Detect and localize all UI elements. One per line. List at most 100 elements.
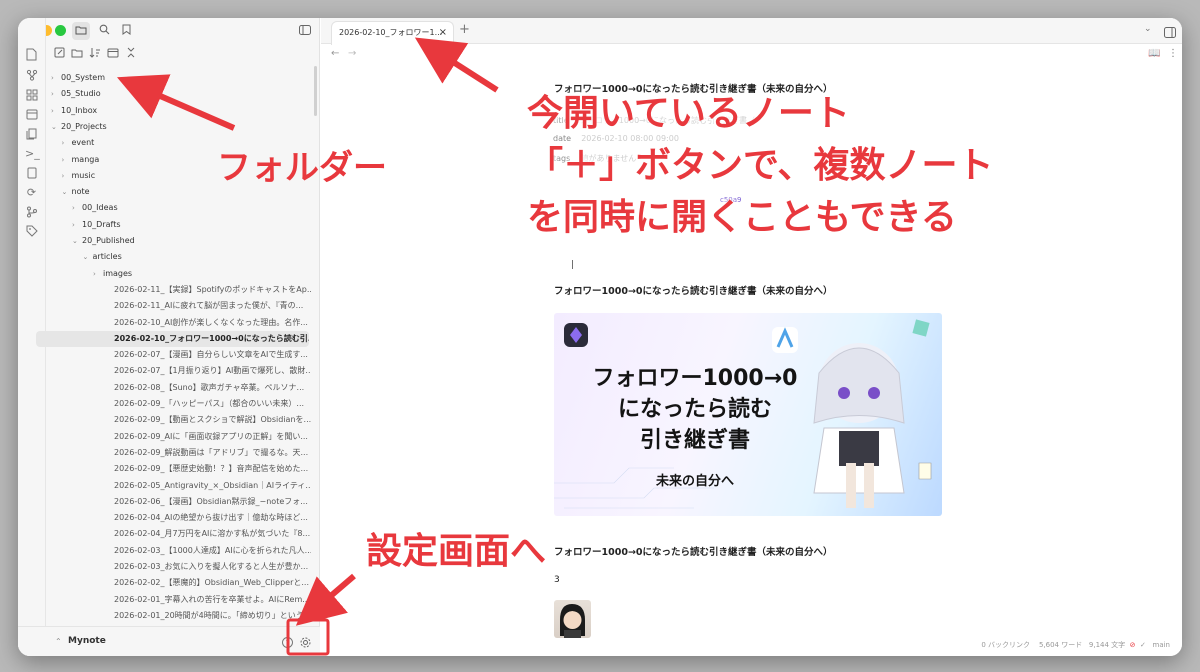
tab-current-note[interactable]: 2026-02-10_フォロワー1... × [331,21,454,45]
daily-note-calendar-icon[interactable] [25,108,38,121]
settings-gear-icon[interactable] [299,634,312,648]
collapse-all-icon[interactable] [122,45,140,63]
sort-icon[interactable] [86,45,104,63]
tree-file[interactable]: 2026-02-10_AI創作が楽しくなくなった理由。名作... [51,315,311,331]
chevron-right-icon[interactable]: › [51,103,61,119]
tree-item-label: images [103,268,133,278]
chevron-right-icon[interactable]: › [62,168,72,184]
tree-folder[interactable]: › images [51,266,311,282]
chevron-right-icon[interactable]: › [51,86,61,102]
check-icon: ✓ [1139,641,1146,649]
tree-file[interactable]: 2026-02-07_【1月振り返り】AI動画で爆死し、散財... [51,363,311,379]
tree-file[interactable]: 2026-02-09_AIに「画面収録アプリの正解」を聞い... [51,429,311,445]
chevron-right-icon[interactable]: › [72,200,82,216]
sidebar-toggle-icon[interactable] [296,22,314,40]
heading-2[interactable]: フォロワー1000→0になったら読む引き継ぎ書（未来の自分へ） [554,544,833,558]
help-icon[interactable]: ? [281,634,294,648]
tree-item-label: 20_Published [82,236,135,245]
chevron-right-icon[interactable]: › [62,152,72,168]
tree-item-label: articles [92,252,122,262]
text-cursor: | [571,260,575,270]
auto-reveal-icon[interactable] [104,45,122,63]
tree-file[interactable]: 2026-02-09_解説動画は「アドリブ」で撮るな。天... [51,445,311,461]
reading-view-icon[interactable]: 📖 [1148,48,1160,59]
sidebar-scrollbar[interactable] [314,66,317,116]
chevron-right-icon[interactable]: › [51,70,61,86]
tree-item-label: 2026-02-03_【1000人達成】AIに心を折られた凡人... [114,545,311,555]
tree-file[interactable]: 2026-02-02_【悪魔的】Obsidian_Web_Clipperと... [51,575,311,591]
tree-folder[interactable]: › 05_Studio [51,86,311,102]
tree-folder[interactable]: › 00_Ideas [51,200,311,216]
back-arrow-icon[interactable]: ← [331,48,339,59]
templates-icon[interactable] [25,128,38,141]
tab-title: 2026-02-10_フォロワー1... [339,28,443,37]
sync-icon[interactable]: ⟳ [25,186,38,199]
tree-folder[interactable]: › 00_System [51,70,311,86]
tree-file[interactable]: 2026-02-11_AIに疲れて脳が固まった僕が、『青の... [51,298,311,314]
tab-close-icon[interactable]: × [439,22,447,44]
heading-1[interactable]: フォロワー1000→0になったら読む引き継ぎ書（未来の自分へ） [554,283,833,297]
tab-list-chevron-icon[interactable]: ⌄ [1144,24,1152,34]
tree-file[interactable]: 2026-02-03_【1000人達成】AIに心を折られた凡人... [51,543,311,559]
new-folder-icon[interactable] [68,45,86,63]
more-options-icon[interactable]: ⋮ [1168,48,1178,59]
git-branch-label[interactable]: main [1153,641,1171,649]
chevron-right-icon[interactable]: › [93,266,103,282]
new-note-icon[interactable] [50,45,68,63]
chevron-down-icon[interactable]: ⌄ [83,249,93,265]
right-sidebar-toggle-icon[interactable] [1164,23,1176,38]
tag-icon[interactable] [25,225,38,238]
tree-file[interactable]: 2026-02-03_お気に入りを擬人化すると人生が豊か... [51,559,311,575]
avatar-image [554,600,591,638]
tree-folder[interactable]: › 10_Inbox [51,103,311,119]
git-branch-icon[interactable] [25,206,38,219]
paragraph-number[interactable]: 3 [554,575,560,585]
tree-item-label: 2026-02-07_【1月振り返り】AI動画で爆死し、散財... [114,366,311,376]
canvas-icon[interactable] [25,89,38,102]
search-icon[interactable] [95,22,113,40]
zoom-window-button[interactable] [55,25,66,36]
tree-file[interactable]: 2026-02-04_月7万円をAIに溶かす私が気づいた『8... [51,526,311,542]
tree-folder[interactable]: ⌄ 20_Projects [51,119,311,135]
chevron-right-icon[interactable]: › [62,135,72,151]
tree-file[interactable]: 2026-02-09_「ハッピーパス」（都合のいい未来）... [51,396,311,412]
tree-item-label: 2026-02-03_お気に入りを擬人化すると人生が豊か... [114,562,309,571]
tree-file[interactable]: 2026-02-04_AIの絶望から抜け出す｜億劫な時ほど... [51,510,311,526]
tree-file[interactable]: 2026-02-07_【漫画】自分らしい文章をAIで生成す... [51,347,311,363]
tree-folder[interactable]: › 10_Drafts [51,217,311,233]
graph-view-icon[interactable] [25,69,38,82]
new-tab-button[interactable]: + [459,22,470,37]
tree-file[interactable]: 2026-02-09_【動画とスクショで解説】Obsidianを... [51,412,311,428]
file-explorer-icon[interactable] [72,22,90,40]
tree-folder[interactable]: ⌄ articles [51,249,311,265]
chevron-down-icon[interactable]: ⌄ [62,184,72,200]
tree-file[interactable]: 2026-02-01_字幕入れの苦行を卒業せよ。AIにRem... [51,592,311,608]
open-quick-switcher-icon[interactable] [25,48,38,61]
page-icon[interactable] [25,167,38,180]
cover-subtitle: 未来の自分へ [655,474,734,489]
forward-arrow-icon[interactable]: → [348,48,356,59]
tree-file[interactable]: 2026-02-06_【漫画】Obsidian黙示録_−noteフォ... [51,494,311,510]
chevron-down-icon[interactable]: ⌄ [51,119,61,135]
vault-name[interactable]: Mynote [68,636,106,646]
chevron-down-icon[interactable]: ⌄ [72,233,82,249]
tree-item-label: 2026-02-07_【漫画】自分らしい文章をAIで生成す... [114,350,308,360]
tree-file[interactable]: 2026-02-05_Antigravity_×_Obsidian｜AIライティ… [51,478,311,494]
tree-file[interactable]: 2026-02-09_【悪歴史始動！？】音声配信を始めた... [51,461,311,477]
bookmark-icon[interactable] [117,22,135,40]
tree-file[interactable]: 2026-02-10_フォロワー1000→0になったら読む引... [36,330,309,348]
sidebar: >_ ⟳ › 00_System › 05_Studio › 10_Inbox ⌄ 20_Pr… [18,18,320,656]
sync-status-icon[interactable]: ⊘ [1130,641,1136,649]
tree-file[interactable]: 2026-02-11_【実録】Spotifyのポッドキャストを​Ap... [51,282,311,298]
tree-item-label: 2026-02-10_AI創作が楽しくなくなった理由。名作... [114,317,308,327]
tree-file[interactable]: 2026-02-08_【Suno】歌声ガチャ卒業。ペルソナ... [51,380,311,396]
tab-bar: 2026-02-10_フォロワー1... × + ⌄ [321,18,1182,45]
vault-switcher-icon[interactable]: ⌃ [55,637,62,646]
chevron-right-icon[interactable]: › [72,217,82,233]
tree-item-label: 2026-02-06_【漫画】Obsidian黙示録_−noteフォ... [114,496,308,506]
tree-folder[interactable]: ⌄ 20_Published [51,233,311,249]
tree-item-label: 2026-02-01_字幕入れの苦行を卒業せよ。AIにRem... [114,594,310,604]
terminal-icon[interactable]: >_ [25,147,40,160]
tree-file[interactable]: 2026-02-01_20時間が4時間に。「締め切り」という... [51,608,311,624]
backlinks-count[interactable]: 0 バックリンク [981,641,1030,649]
